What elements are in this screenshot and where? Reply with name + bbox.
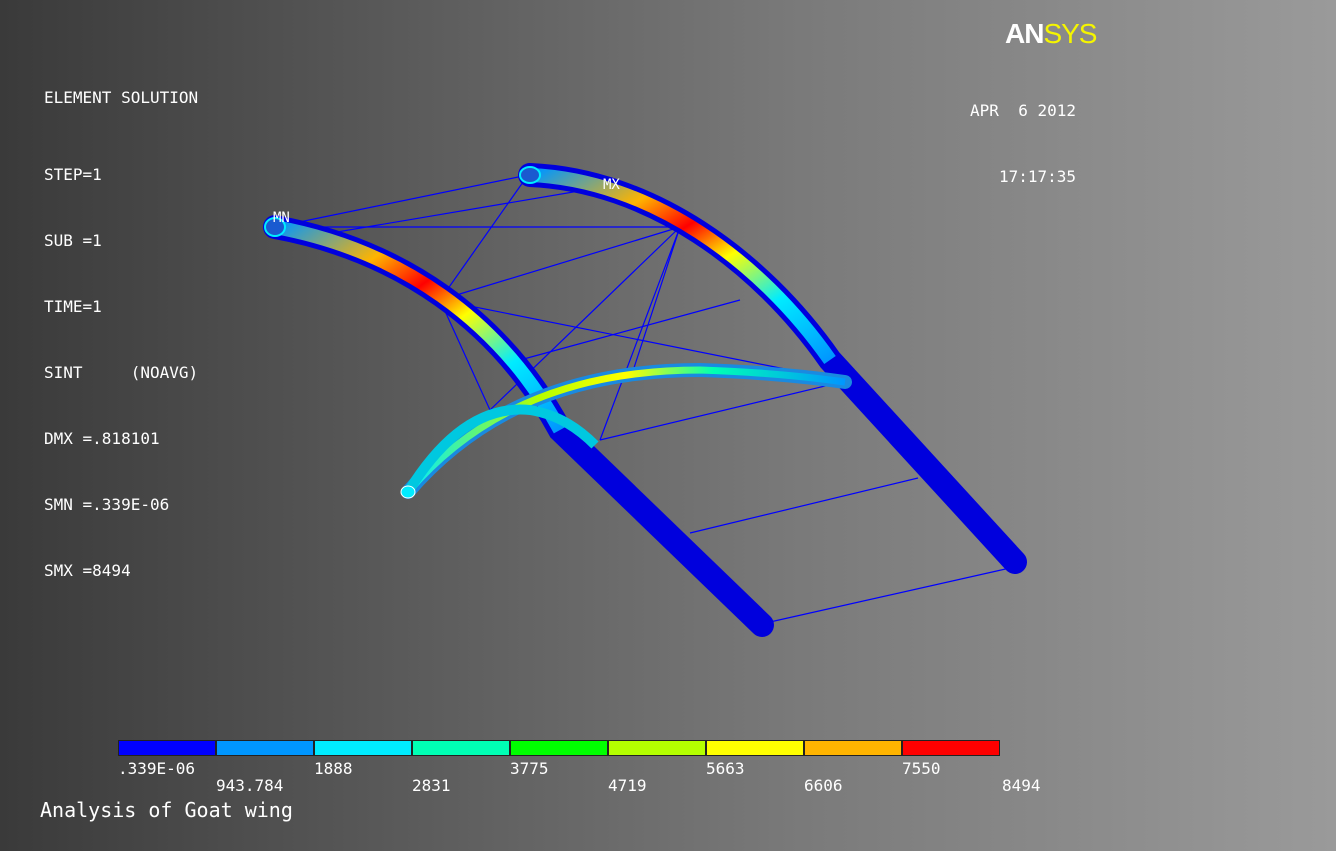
legend-swatch (804, 740, 902, 756)
dmx-value: DMX =.818101 (44, 429, 160, 448)
date-text: APR 6 2012 (970, 101, 1076, 120)
contour-legend: .339E-06 1888 3775 5663 7550 943.784 283… (118, 740, 1041, 795)
legend-swatch (510, 740, 608, 756)
smn-value: SMN =.339E-06 (44, 495, 170, 514)
legend-label: 4719 (608, 776, 647, 795)
sint-value: SINT (NOAVG) (44, 363, 199, 382)
ansys-logo: ANSYS (1005, 18, 1097, 49)
time-text: 17:17:35 (998, 167, 1076, 186)
step-value: STEP=1 (44, 165, 102, 184)
legend-swatch (706, 740, 804, 756)
spar-rear (518, 163, 1027, 574)
smx-value: SMX =8494 (44, 561, 131, 580)
legend-label: 1888 (314, 759, 353, 778)
legend-swatch (902, 740, 1000, 756)
analysis-caption: Analysis of Goat wing (40, 798, 293, 822)
legend-label: 5663 (706, 759, 745, 778)
truss-lines (274, 174, 1011, 623)
legend-swatch (608, 740, 706, 756)
solution-title: ELEMENT SOLUTION (44, 88, 199, 107)
legend-swatch (412, 740, 510, 756)
spar-front (263, 215, 774, 637)
legend-label: 8494 (1002, 776, 1041, 795)
sub-value: SUB =1 (44, 231, 102, 250)
legend-swatch (216, 740, 314, 756)
legend-label: 2831 (412, 776, 451, 795)
legend-swatch (314, 740, 412, 756)
timestamp: APR 6 2012 17:17:35 (944, 56, 1076, 210)
solution-info: ELEMENT SOLUTION STEP=1 SUB =1 TIME=1 SI… (44, 43, 198, 604)
legend-swatch (118, 740, 216, 756)
min-marker: MN (273, 210, 290, 226)
legend-label: 3775 (510, 759, 549, 778)
legend-label: .339E-06 (118, 759, 196, 778)
model-viewport[interactable]: MN MX (0, 0, 1336, 851)
max-marker: MX (603, 177, 620, 193)
legend-label: 943.784 (216, 776, 284, 795)
legend-label: 7550 (902, 759, 941, 778)
time-value: TIME=1 (44, 297, 102, 316)
legend-label: 6606 (804, 776, 843, 795)
